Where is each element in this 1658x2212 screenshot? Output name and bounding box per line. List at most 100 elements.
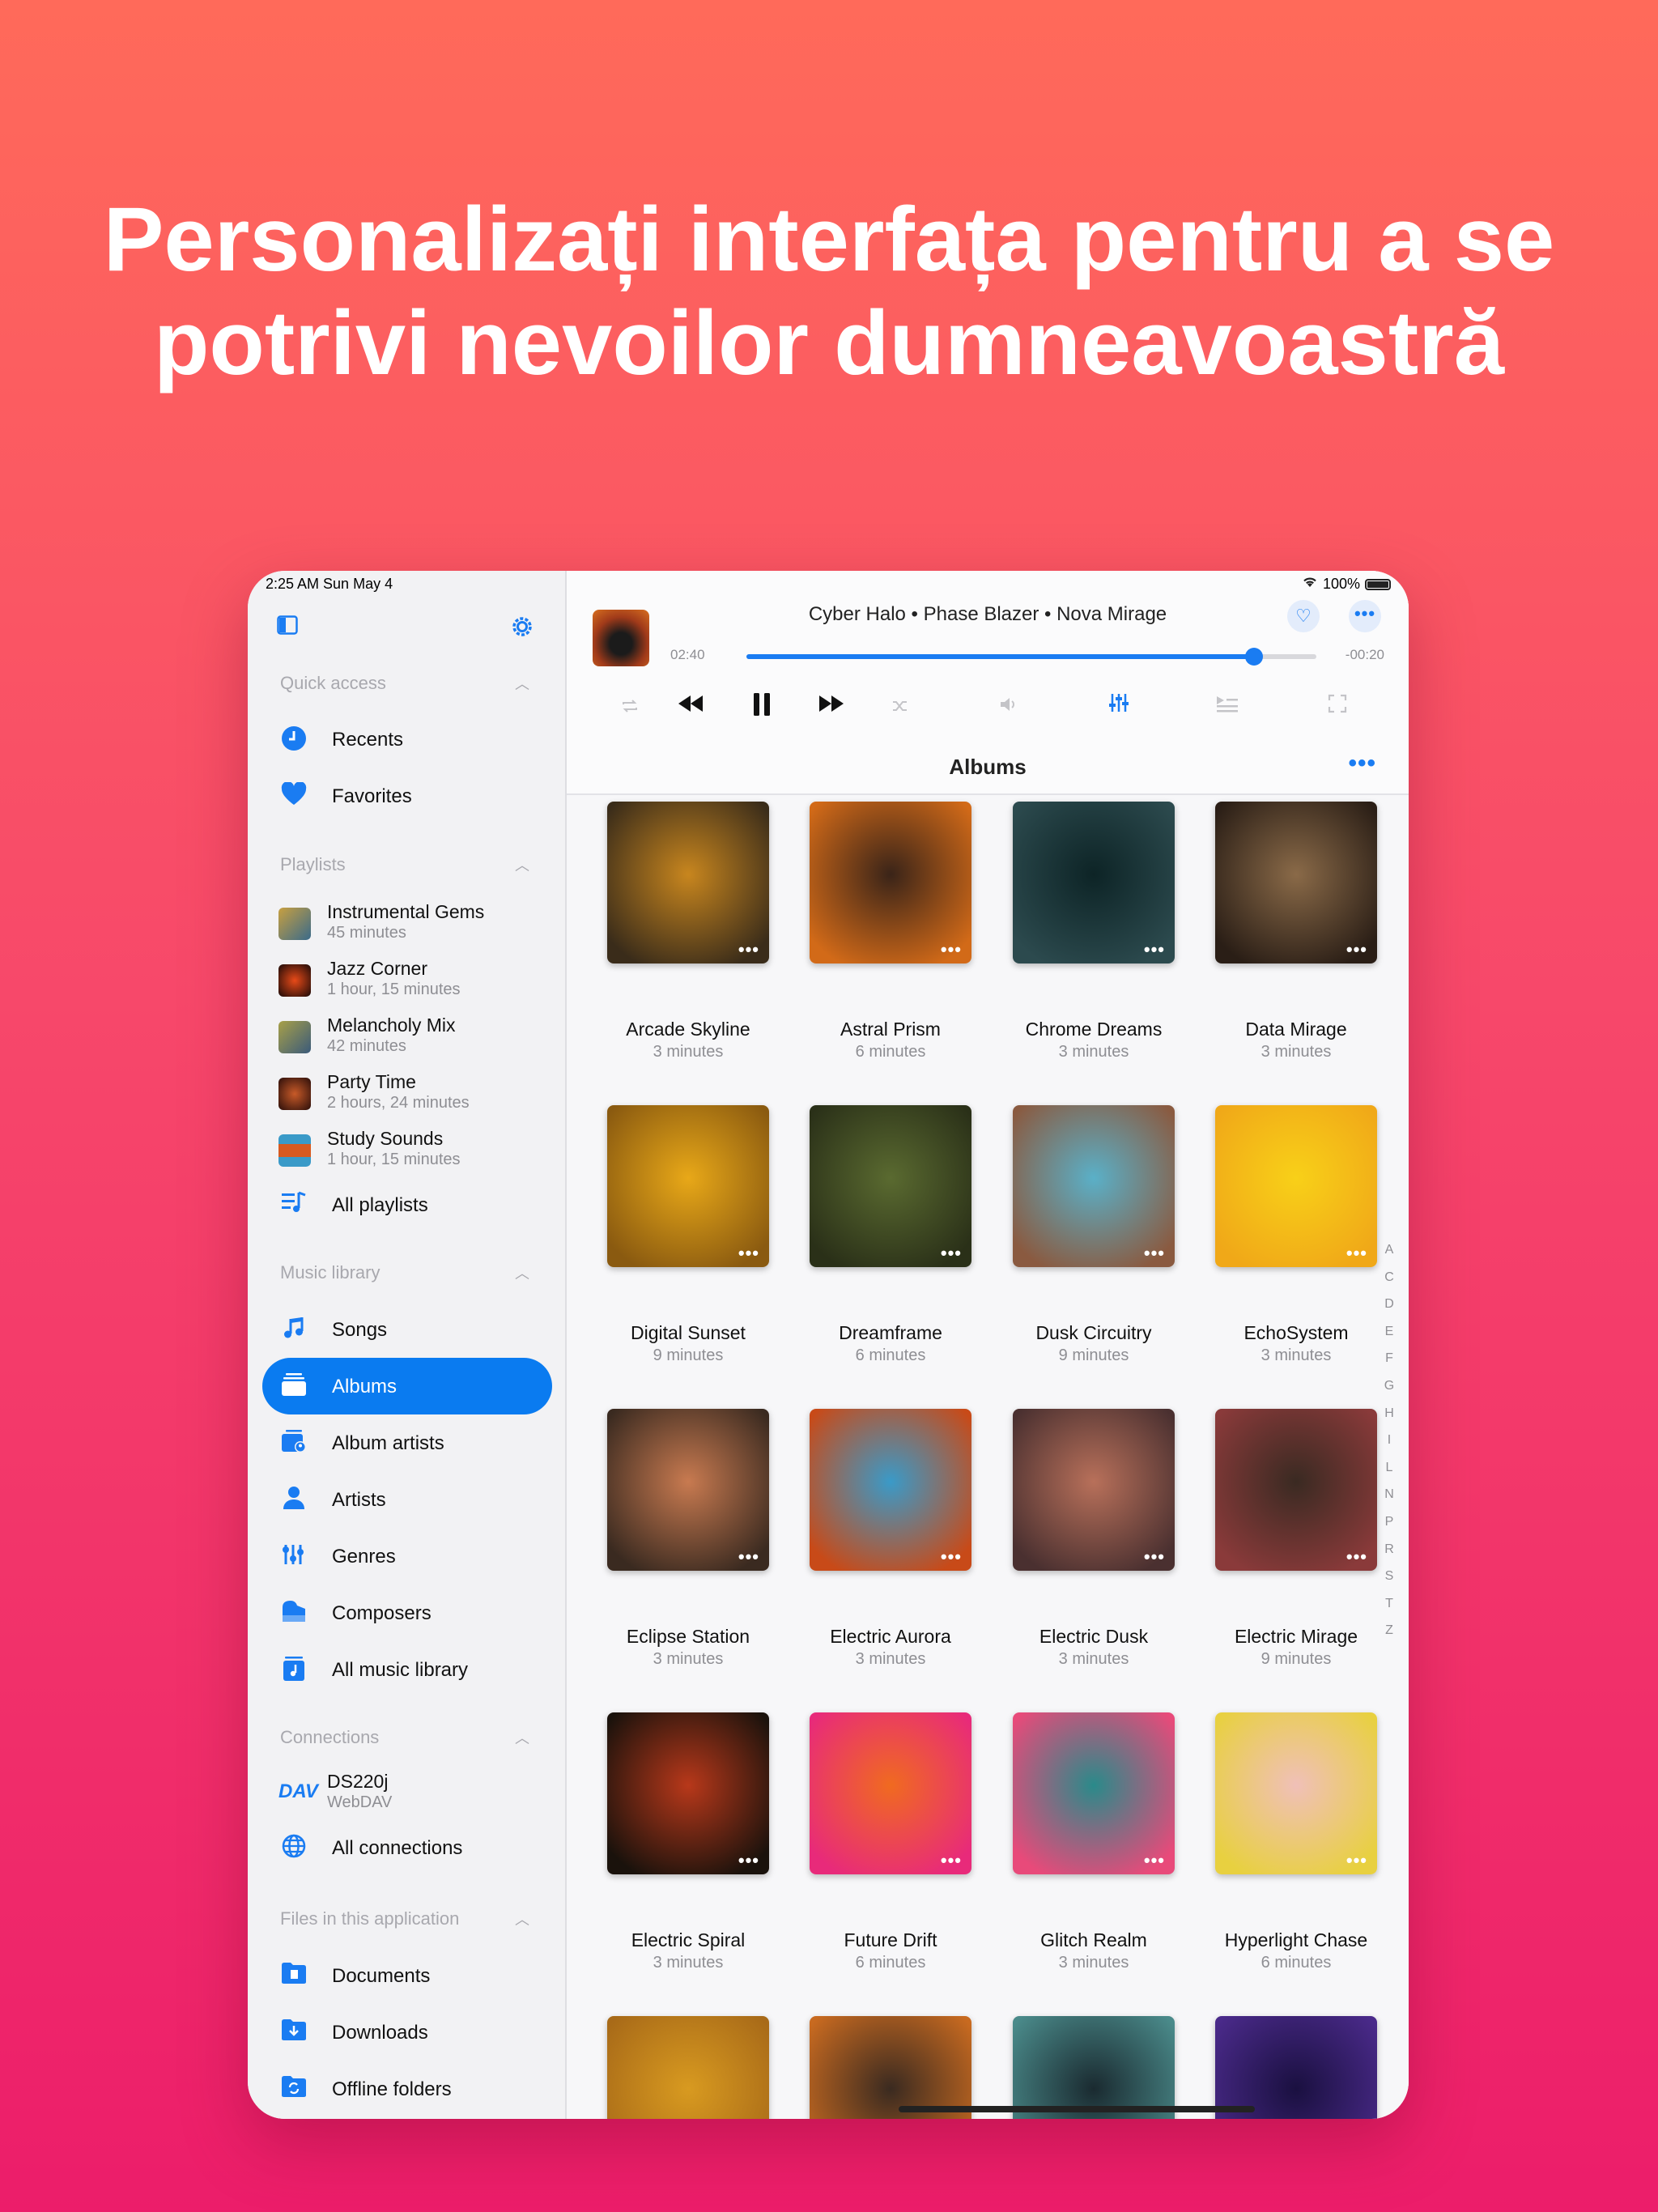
album-more-icon[interactable]: ••• xyxy=(1346,1546,1367,1568)
collapse-chevron-icon[interactable]: ︿ xyxy=(515,1262,529,1283)
album-artwork[interactable] xyxy=(810,2016,971,2119)
queue-icon[interactable] xyxy=(1211,692,1244,728)
index-letter[interactable]: P xyxy=(1381,1515,1397,1542)
collapse-chevron-icon[interactable]: ︿ xyxy=(515,673,529,694)
sidebar-item-genres[interactable]: Genres xyxy=(262,1528,552,1585)
album-artwork[interactable]: ••• xyxy=(810,802,971,963)
album-artwork[interactable] xyxy=(1013,2016,1175,2119)
album-more-icon[interactable]: ••• xyxy=(738,1243,759,1264)
sidebar-item-all-playlists[interactable]: All playlists xyxy=(262,1176,552,1233)
sidebar-item-recents[interactable]: Recents xyxy=(262,711,552,768)
sidebar-item-songs[interactable]: Songs xyxy=(262,1301,552,1358)
sidebar-item-artists[interactable]: Artists xyxy=(262,1471,552,1528)
album-more-icon[interactable]: ••• xyxy=(738,939,759,960)
album-artwork[interactable]: ••• xyxy=(1013,1409,1175,1571)
progress-slider[interactable] xyxy=(746,648,1316,666)
settings-gear-icon[interactable] xyxy=(510,615,534,644)
album-more-icon[interactable]: ••• xyxy=(738,1850,759,1871)
album-artwork[interactable]: ••• xyxy=(810,1409,971,1571)
collapse-chevron-icon[interactable]: ︿ xyxy=(515,1727,529,1748)
sidebar-item-all-music-library[interactable]: All music library xyxy=(262,1641,552,1698)
index-letter[interactable]: G xyxy=(1381,1379,1397,1406)
sidebar-item-offline-folders[interactable]: Offline folders xyxy=(262,2061,552,2117)
playlist-item[interactable]: Jazz Corner 1 hour, 15 minutes xyxy=(278,955,554,1011)
sidebar-toggle-icon[interactable] xyxy=(277,615,298,640)
sidebar-item-albums[interactable]: Albums xyxy=(262,1358,552,1414)
index-letter[interactable]: A xyxy=(1381,1243,1397,1270)
album-artwork[interactable]: ••• xyxy=(607,1409,769,1571)
sidebar-item-composers[interactable]: Composers xyxy=(262,1585,552,1641)
album-artwork[interactable]: ••• xyxy=(607,1712,769,1874)
sidebar-item-all-connections[interactable]: All connections xyxy=(262,1819,552,1876)
fast-forward-icon[interactable] xyxy=(811,692,852,728)
collapse-chevron-icon[interactable]: ︿ xyxy=(515,1908,529,1929)
album-more-icon[interactable]: ••• xyxy=(941,1850,962,1871)
album-artwork[interactable]: ••• xyxy=(810,1712,971,1874)
album-artwork[interactable] xyxy=(1215,2016,1377,2119)
album-more-icon[interactable]: ••• xyxy=(1346,1243,1367,1264)
album-artwork[interactable]: ••• xyxy=(1013,802,1175,963)
sidebar-item-album-artists[interactable]: Album artists xyxy=(262,1414,552,1471)
album-more-icon[interactable]: ••• xyxy=(1144,1850,1165,1871)
index-letter[interactable]: S xyxy=(1381,1569,1397,1597)
index-letter[interactable]: I xyxy=(1381,1433,1397,1461)
favorite-heart-icon[interactable]: ♡ xyxy=(1287,600,1320,632)
album-artwork[interactable]: ••• xyxy=(607,1105,769,1267)
playlist-item[interactable]: Melancholy Mix 42 minutes xyxy=(278,1011,554,1068)
clock-icon xyxy=(280,725,308,753)
equalizer-icon[interactable] xyxy=(1103,692,1135,728)
album-name: Eclipse Station xyxy=(626,1626,750,1647)
index-letter[interactable]: C xyxy=(1381,1270,1397,1298)
index-letter[interactable]: H xyxy=(1381,1406,1397,1434)
collapse-chevron-icon[interactable]: ︿ xyxy=(515,854,529,875)
album-artwork[interactable]: ••• xyxy=(1013,1105,1175,1267)
albums-more-icon[interactable]: ••• xyxy=(1348,750,1376,777)
now-playing-title[interactable]: Cyber Halo • Phase Blazer • Nova Mirage xyxy=(567,603,1409,626)
shuffle-icon[interactable] xyxy=(884,692,916,728)
progress-knob[interactable] xyxy=(1244,648,1263,666)
player-more-icon[interactable]: ••• xyxy=(1349,600,1381,632)
album-more-icon[interactable]: ••• xyxy=(1346,939,1367,960)
playlist-item[interactable]: Instrumental Gems 45 minutes xyxy=(278,898,554,955)
album-artwork[interactable]: ••• xyxy=(1013,1712,1175,1874)
index-letter[interactable]: R xyxy=(1381,1542,1397,1570)
index-letter[interactable]: N xyxy=(1381,1487,1397,1515)
sidebar-item-favorites[interactable]: Favorites xyxy=(262,768,552,824)
album-duration: 3 minutes xyxy=(653,1043,724,1061)
album-more-icon[interactable]: ••• xyxy=(1144,1243,1165,1264)
album-artwork[interactable]: ••• xyxy=(810,1105,971,1267)
album-artwork[interactable] xyxy=(607,2016,769,2119)
volume-icon[interactable] xyxy=(993,692,1025,728)
album-duration: 9 minutes xyxy=(1058,1346,1129,1364)
album-more-icon[interactable]: ••• xyxy=(1346,1850,1367,1871)
rewind-icon[interactable] xyxy=(670,692,711,728)
connection-item-ds220j[interactable]: DAV DS220j WebDAV xyxy=(278,1767,554,1824)
album-more-icon[interactable]: ••• xyxy=(738,1546,759,1568)
album-more-icon[interactable]: ••• xyxy=(941,939,962,960)
section-header-quick-access: Quick access xyxy=(280,673,386,693)
index-letter[interactable]: F xyxy=(1381,1351,1397,1379)
repeat-icon[interactable] xyxy=(614,692,646,728)
album-artwork[interactable]: ••• xyxy=(1215,1409,1377,1571)
sidebar-item-documents[interactable]: Documents xyxy=(262,1947,552,2004)
album-artwork[interactable]: ••• xyxy=(1215,1712,1377,1874)
playlist-item[interactable]: Study Sounds 1 hour, 15 minutes xyxy=(278,1125,554,1181)
album-artwork[interactable]: ••• xyxy=(1215,1105,1377,1267)
album-artwork[interactable]: ••• xyxy=(607,802,769,963)
index-letter[interactable]: L xyxy=(1381,1461,1397,1488)
album-artwork[interactable]: ••• xyxy=(1215,802,1377,963)
pause-icon[interactable] xyxy=(742,692,782,728)
album-more-icon[interactable]: ••• xyxy=(1144,939,1165,960)
home-indicator[interactable] xyxy=(899,2106,1255,2112)
album-more-icon[interactable]: ••• xyxy=(1144,1546,1165,1568)
playlist-item[interactable]: Party Time 2 hours, 24 minutes xyxy=(278,1068,554,1125)
index-letter[interactable]: E xyxy=(1381,1325,1397,1352)
index-letter[interactable]: D xyxy=(1381,1297,1397,1325)
fullscreen-icon[interactable] xyxy=(1321,692,1354,728)
index-letter[interactable]: Z xyxy=(1381,1623,1397,1651)
index-letter[interactable]: T xyxy=(1381,1597,1397,1624)
alphabet-index[interactable]: ACDEFGHILNPRSTZ xyxy=(1381,1243,1397,1651)
album-more-icon[interactable]: ••• xyxy=(941,1546,962,1568)
sidebar-item-downloads[interactable]: Downloads xyxy=(262,2004,552,2061)
album-more-icon[interactable]: ••• xyxy=(941,1243,962,1264)
